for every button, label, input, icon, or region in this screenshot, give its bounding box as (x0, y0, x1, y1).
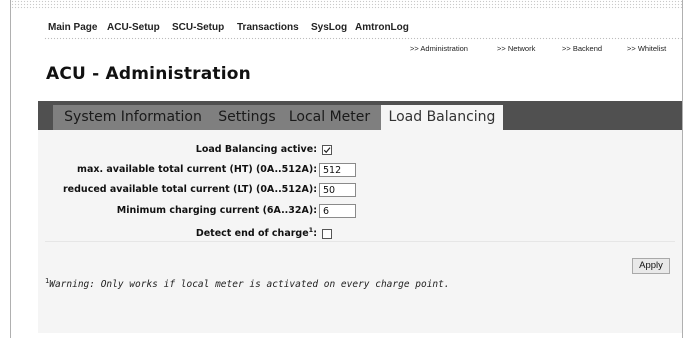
tab-bar: System Information Settings Local Meter … (38, 101, 682, 130)
row-max-current: max. available total current (HT) (0A..5… (40, 162, 317, 178)
subnav-whitelist[interactable]: >> Whitelist (627, 44, 666, 53)
nav-scu-setup[interactable]: SCU-Setup (172, 22, 224, 33)
tab-load-balancing[interactable]: Load Balancing (381, 105, 503, 130)
detect-end-label-text: Detect end of charge (195, 228, 309, 240)
min-charging-label: Minimum charging current (6A..32A): (116, 205, 317, 216)
reduced-current-label: reduced available total current (LT) (0A… (63, 184, 317, 195)
min-charging-input[interactable]: 6 (319, 204, 356, 218)
apply-button[interactable]: Apply (632, 258, 670, 274)
subnav-network[interactable]: >> Network (497, 44, 535, 53)
footnote-warning: 1Warning: Only works if local meter is a… (45, 277, 450, 290)
row-load-balancing-active: Load Balancing active: (40, 142, 317, 158)
max-current-label: max. available total current (HT) (0A..5… (77, 164, 317, 175)
page-title: ACU - Administration (46, 64, 251, 84)
tab-local-meter[interactable]: Local Meter (281, 105, 378, 130)
form-separator (45, 241, 675, 242)
reduced-current-input[interactable]: 50 (319, 183, 356, 197)
row-reduced-current: reduced available total current (LT) (0A… (40, 182, 317, 198)
detect-end-label: Detect end of charge1: (196, 226, 317, 239)
tab-system-information[interactable]: System Information (53, 105, 213, 130)
nav-syslog[interactable]: SysLog (311, 22, 347, 33)
subnav-administration[interactable]: >> Administration (410, 44, 468, 53)
tab-settings[interactable]: Settings (213, 105, 281, 130)
nav-amtronlog[interactable]: AmtronLog (355, 22, 409, 33)
sub-navigation: >> Administration >> Network >> Backend … (0, 44, 693, 56)
detect-end-label-colon: : (313, 228, 317, 240)
top-decoration (11, 0, 682, 9)
nav-transactions[interactable]: Transactions (237, 22, 299, 33)
row-min-charging: Minimum charging current (6A..32A): (40, 203, 317, 219)
nav-acu-setup[interactable]: ACU-Setup (107, 22, 160, 33)
nav-divider (44, 37, 683, 40)
max-current-input[interactable]: 512 (319, 163, 356, 177)
row-detect-end: Detect end of charge1: (40, 224, 317, 240)
checkmark-icon (323, 147, 331, 154)
load-balancing-active-checkbox[interactable] (322, 145, 332, 155)
load-balancing-active-label: Load Balancing active: (195, 144, 317, 155)
warning-text: Warning: Only works if local meter is ac… (49, 279, 450, 290)
detect-end-checkbox[interactable] (322, 229, 332, 239)
subnav-backend[interactable]: >> Backend (562, 44, 602, 53)
nav-main-page[interactable]: Main Page (48, 22, 97, 33)
